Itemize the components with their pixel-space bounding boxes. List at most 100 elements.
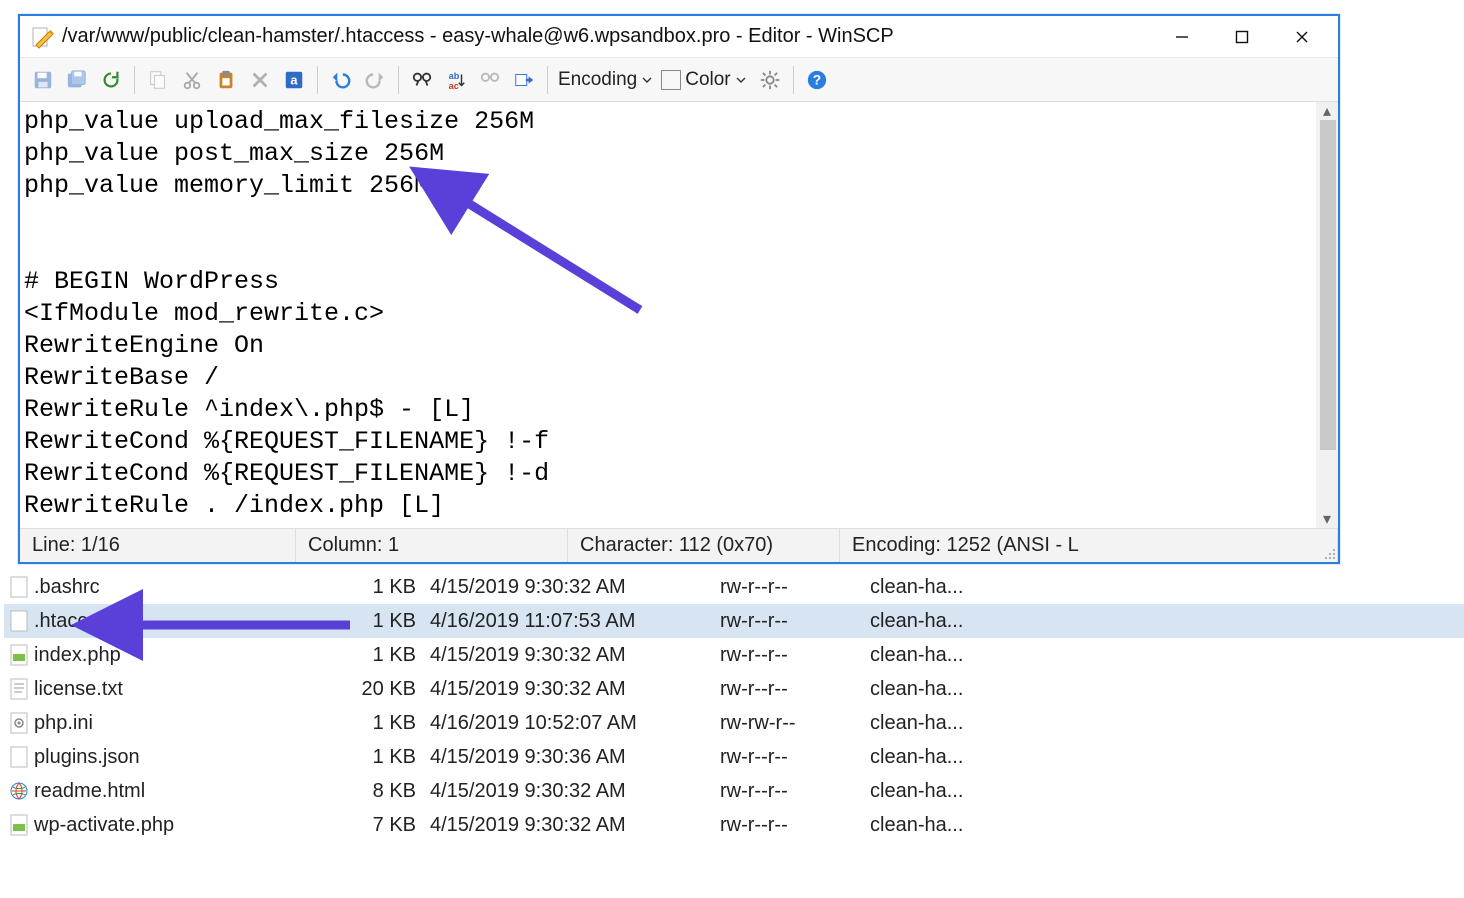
file-name: .htaccess <box>34 610 118 633</box>
file-permissions: rw-r--r-- <box>720 814 870 837</box>
color-label: Color <box>681 69 734 91</box>
maximize-button[interactable] <box>1212 17 1272 57</box>
select-all-button[interactable]: a <box>277 63 311 97</box>
file-permissions: rw-rw-r-- <box>720 712 870 735</box>
file-date: 4/15/2019 9:30:32 AM <box>430 780 720 803</box>
separator <box>547 66 548 94</box>
file-permissions: rw-r--r-- <box>720 610 870 633</box>
status-column: Column: 1 <box>296 529 568 562</box>
vertical-scrollbar[interactable]: ▴ ▾ <box>1316 102 1338 528</box>
file-owner: clean-ha... <box>870 576 1020 599</box>
file-owner: clean-ha... <box>870 678 1020 701</box>
color-dropdown[interactable] <box>735 75 747 85</box>
file-type-icon <box>10 814 28 836</box>
cut-button[interactable] <box>175 63 209 97</box>
file-permissions: rw-r--r-- <box>720 644 870 667</box>
status-line: Line: 1/16 <box>20 529 296 562</box>
statusbar: Line: 1/16 Column: 1 Character: 112 (0x7… <box>20 528 1338 562</box>
file-owner: clean-ha... <box>870 780 1020 803</box>
file-name: index.php <box>34 644 121 667</box>
resize-grip-icon[interactable] <box>1322 546 1336 560</box>
close-button[interactable] <box>1272 17 1332 57</box>
file-size: 7 KB <box>340 814 430 837</box>
file-size: 1 KB <box>340 644 430 667</box>
file-name: .bashrc <box>34 576 100 599</box>
preferences-button[interactable] <box>753 63 787 97</box>
file-permissions: rw-r--r-- <box>720 678 870 701</box>
file-permissions: rw-r--r-- <box>720 780 870 803</box>
file-row[interactable]: .htaccess1 KB4/16/2019 11:07:53 AMrw-r--… <box>4 604 1464 638</box>
file-name: php.ini <box>34 712 93 735</box>
file-type-icon <box>10 712 28 734</box>
file-name: license.txt <box>34 678 123 701</box>
editor-text[interactable]: php_value upload_max_filesize 256M php_v… <box>24 106 1310 522</box>
file-size: 1 KB <box>340 576 430 599</box>
svg-text:ac: ac <box>449 81 459 91</box>
scroll-down-button[interactable]: ▾ <box>1316 510 1338 528</box>
file-size: 8 KB <box>340 780 430 803</box>
replace-button[interactable]: abac <box>439 63 473 97</box>
help-button[interactable]: ? <box>800 63 834 97</box>
undo-button[interactable] <box>324 63 358 97</box>
file-owner: clean-ha... <box>870 644 1020 667</box>
editor-window: /var/www/public/clean-hamster/.htaccess … <box>18 14 1340 564</box>
reload-button[interactable] <box>94 63 128 97</box>
file-type-icon <box>10 746 28 768</box>
separator <box>398 66 399 94</box>
file-type-icon <box>10 576 28 598</box>
file-row[interactable]: index.php 1 KB4/15/2019 9:30:32 AMrw-r--r… <box>4 638 1464 672</box>
file-size: 20 KB <box>340 678 430 701</box>
file-row[interactable]: php.ini 1 KB4/16/2019 10:52:07 AMrw-rw-r-… <box>4 706 1464 740</box>
svg-text:?: ? <box>812 72 820 87</box>
scroll-up-button[interactable]: ▴ <box>1316 102 1338 120</box>
app-icon <box>30 25 54 49</box>
file-owner: clean-ha... <box>870 814 1020 837</box>
file-row[interactable]: plugins.json 1 KB4/15/2019 9:30:36 AMrw-r… <box>4 740 1464 774</box>
titlebar[interactable]: /var/www/public/clean-hamster/.htaccess … <box>20 16 1338 58</box>
file-row[interactable]: wp-activate.php7 KB4/15/2019 9:30:32 AMr… <box>4 808 1464 842</box>
paste-button[interactable] <box>209 63 243 97</box>
file-type-icon <box>10 610 28 632</box>
find-next-button[interactable] <box>473 63 507 97</box>
file-name: plugins.json <box>34 746 140 769</box>
minimize-button[interactable] <box>1152 17 1212 57</box>
svg-text:a: a <box>290 72 298 87</box>
file-row[interactable]: license.txt 20 KB4/15/2019 9:30:32 AMrw-r… <box>4 672 1464 706</box>
file-permissions: rw-r--r-- <box>720 746 870 769</box>
delete-button[interactable] <box>243 63 277 97</box>
remote-file-list: .bashrc1 KB4/15/2019 9:30:32 AMrw-r--r--… <box>4 570 1464 842</box>
file-date: 4/15/2019 9:30:32 AM <box>430 678 720 701</box>
scroll-thumb[interactable] <box>1320 120 1336 450</box>
save-button[interactable] <box>26 63 60 97</box>
redo-button[interactable] <box>358 63 392 97</box>
file-date: 4/15/2019 9:30:36 AM <box>430 746 720 769</box>
file-type-icon <box>10 644 28 666</box>
svg-text:ab: ab <box>449 71 460 81</box>
file-name: readme.html <box>34 780 145 803</box>
encoding-label: Encoding <box>554 69 641 91</box>
file-owner: clean-ha... <box>870 712 1020 735</box>
save-all-button[interactable] <box>60 63 94 97</box>
encoding-dropdown[interactable] <box>641 75 653 85</box>
file-type-icon <box>10 780 28 802</box>
file-row[interactable]: .bashrc1 KB4/15/2019 9:30:32 AMrw-r--r--… <box>4 570 1464 604</box>
goto-button[interactable] <box>507 63 541 97</box>
color-swatch[interactable] <box>661 70 681 90</box>
file-size: 1 KB <box>340 746 430 769</box>
file-date: 4/16/2019 11:07:53 AM <box>430 610 720 633</box>
file-type-icon <box>10 678 28 700</box>
copy-button[interactable] <box>141 63 175 97</box>
separator <box>134 66 135 94</box>
window-title: /var/www/public/clean-hamster/.htaccess … <box>62 25 1152 48</box>
file-date: 4/15/2019 9:30:32 AM <box>430 644 720 667</box>
find-button[interactable] <box>405 63 439 97</box>
file-owner: clean-ha... <box>870 610 1020 633</box>
file-size: 1 KB <box>340 712 430 735</box>
file-date: 4/15/2019 9:30:32 AM <box>430 814 720 837</box>
file-date: 4/16/2019 10:52:07 AM <box>430 712 720 735</box>
file-row[interactable]: readme.html 8 KB4/15/2019 9:30:32 AMrw-r-… <box>4 774 1464 808</box>
file-date: 4/15/2019 9:30:32 AM <box>430 576 720 599</box>
separator <box>317 66 318 94</box>
editor-area[interactable]: php_value upload_max_filesize 256M php_v… <box>20 102 1338 528</box>
status-character: Character: 112 (0x70) <box>568 529 840 562</box>
